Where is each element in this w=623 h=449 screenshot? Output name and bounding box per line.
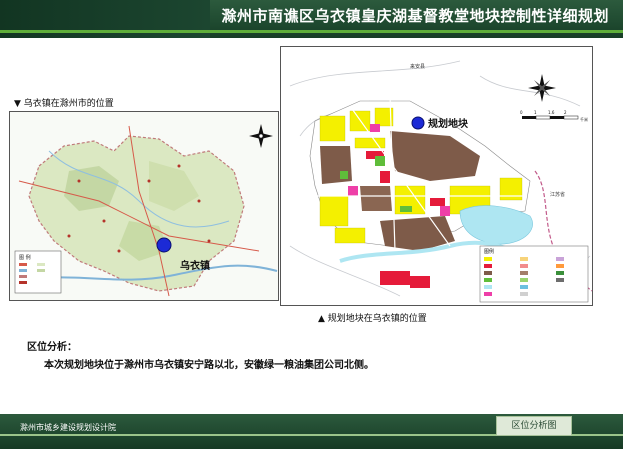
site-marker-icon[interactable]	[411, 116, 425, 130]
left-map-caption: 乌衣镇在滁州市的位置	[23, 99, 114, 109]
place-east-label: 江苏省	[550, 191, 565, 198]
left-map[interactable]: 图 例 乌衣镇	[9, 111, 279, 301]
right-map-caption-wrap: ▲ 规划地块在乌衣镇的位置	[318, 311, 427, 324]
right-legend-title: 图例	[484, 248, 494, 255]
analysis-heading: 区位分析：	[27, 342, 77, 353]
place-north-label: 来安县	[410, 63, 425, 70]
footer-bar: 滁州市城乡建设规划设计院 区位分析图	[0, 414, 623, 449]
caret-up-icon: ▲	[318, 314, 328, 324]
page-title: 滁州市南谯区乌衣镇皇庆湖基督教堂地块控制性详细规划	[221, 7, 609, 25]
left-map-caption-wrap: ▼ 乌衣镇在滁州市的位置	[14, 96, 114, 109]
right-map[interactable]: 来安县 江苏省 规划地块 0 1 1.6 2 千米 图例	[280, 46, 593, 306]
wuyi-marker-icon[interactable]	[156, 237, 172, 253]
right-legend-box	[479, 245, 589, 303]
footer-tag: 区位分析图	[496, 416, 572, 436]
right-map-caption: 规划地块在乌衣镇的位置	[327, 314, 427, 324]
svg-text:千米: 千米	[580, 116, 588, 122]
site-marker-label: 规划地块	[428, 117, 469, 130]
header-stripe	[0, 30, 623, 33]
caret-down-icon: ▼	[14, 99, 24, 109]
svg-text:1.6: 1.6	[548, 110, 555, 115]
analysis-body: 本次规划地块位于滁州市乌衣镇安宁路以北，安徽绿一粮油集团公司北侧。	[44, 360, 374, 371]
industrial-zone-4	[360, 186, 392, 211]
footer-org: 滁州市城乡建设规划设计院	[20, 423, 116, 432]
wuyi-marker-label: 乌衣镇	[180, 259, 210, 272]
header-bar: 滁州市南谯区乌衣镇皇庆湖基督教堂地块控制性详细规划	[0, 0, 623, 38]
left-legend-title: 图 例	[19, 254, 31, 261]
